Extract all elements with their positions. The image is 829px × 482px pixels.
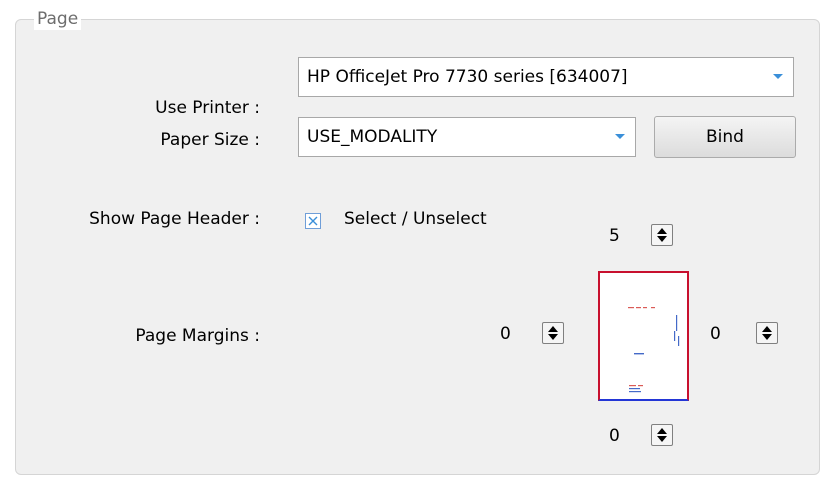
up-down-arrows-icon[interactable] — [651, 224, 673, 246]
show-page-header-label: Show Page Header : — [89, 209, 260, 229]
use-printer-label: Use Printer : — [155, 98, 260, 118]
paper-size-select[interactable]: USE_MODALITY — [298, 117, 636, 157]
page-header-checkbox[interactable] — [305, 213, 321, 229]
printer-select[interactable]: HP OfficeJet Pro 7730 series [634007] — [298, 57, 794, 97]
paper-size-label: Paper Size : — [160, 130, 260, 150]
up-down-arrows-icon[interactable] — [756, 322, 778, 344]
margin-left-value: 0 — [500, 324, 511, 344]
page-preview-image — [628, 307, 680, 393]
up-down-arrows-icon[interactable] — [651, 424, 673, 446]
printer-select-value: HP OfficeJet Pro 7730 series [634007] — [307, 67, 628, 87]
margin-top-spinner[interactable]: 5 — [603, 214, 687, 256]
margin-top-value: 5 — [609, 226, 620, 246]
margin-left-spinner[interactable]: 0 — [494, 312, 578, 354]
page-margins-label: Page Margins : — [135, 326, 260, 346]
margin-right-spinner[interactable]: 0 — [704, 312, 788, 354]
margin-right-value: 0 — [710, 324, 721, 344]
page-group-title: Page — [34, 8, 82, 30]
page-margin-preview — [598, 271, 689, 401]
chevron-down-icon — [773, 74, 783, 79]
bind-button[interactable]: Bind — [654, 116, 796, 158]
chevron-down-icon — [615, 134, 625, 139]
paper-size-value: USE_MODALITY — [307, 127, 438, 147]
check-x-icon — [308, 216, 318, 226]
margin-bottom-value: 0 — [609, 426, 620, 446]
margin-bottom-spinner[interactable]: 0 — [603, 414, 687, 456]
page-header-checkbox-label: Select / Unselect — [344, 209, 487, 229]
page-settings-panel: Page Use Printer : HP OfficeJet Pro 7730… — [0, 0, 829, 482]
up-down-arrows-icon[interactable] — [542, 322, 564, 344]
